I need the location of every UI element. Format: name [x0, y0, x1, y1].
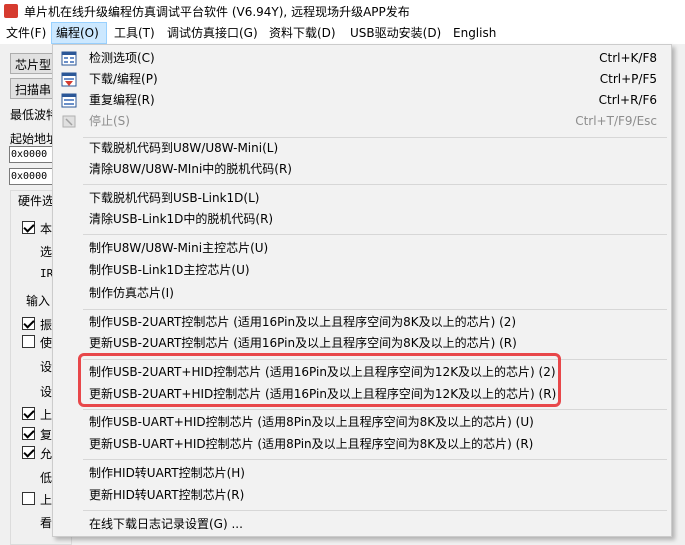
- option-checkbox-5[interactable]: [22, 317, 35, 330]
- menu-item-label: 制作HID转UART控制芯片(H): [89, 466, 245, 480]
- option-checkbox-6[interactable]: [22, 335, 35, 348]
- chip-type-button[interactable]: 芯片型: [10, 53, 56, 74]
- min-baud-label: 最低波特: [10, 108, 52, 122]
- menu-item-label: 重复编程(R): [89, 93, 155, 107]
- download-program-icon: [61, 72, 77, 87]
- option-checkbox-11[interactable]: [22, 446, 35, 459]
- menu-item-label: 清除USB-Link1D中的脱机代码(R): [89, 212, 274, 226]
- menu-separator: [83, 309, 667, 310]
- repeat-program-icon: [61, 93, 77, 108]
- option-label-4: 输入: [26, 294, 51, 308]
- option-label-13: 上: [40, 493, 53, 507]
- menu-item-label: 下载脱机代码到USB-Link1D(L): [89, 191, 260, 205]
- menu-tools[interactable]: 工具(T): [110, 22, 159, 44]
- menu-separator: [83, 459, 667, 460]
- annotation-highlight-box: [78, 353, 561, 407]
- menu-item-label: 制作U8W/U8W-Mini主控芯片(U): [89, 241, 269, 255]
- menu-make-usb-2uart[interactable]: 制作USB-2UART控制芯片 (适用16Pin及以上且程序空间为8K及以上的芯…: [55, 312, 669, 333]
- menu-online-log-settings[interactable]: 在线下载日志记录设置(G) ...: [55, 514, 669, 535]
- menu-make-link1d-master[interactable]: 制作USB-Link1D主控芯片(U): [55, 260, 669, 281]
- menu-item-label: 清除U8W/U8W-MIni中的脱机代码(R): [89, 162, 292, 176]
- menu-clear-offline-u8w[interactable]: 清除U8W/U8W-MIni中的脱机代码(R): [55, 159, 669, 180]
- title-bar: 单片机在线升级编程仿真调试平台软件 (V6.94Y), 远程现场升级APP发布: [0, 0, 685, 22]
- option-label-12: 低: [40, 471, 53, 485]
- menu-item-label: 制作USB-2UART控制芯片 (适用16Pin及以上且程序空间为8K及以上的芯…: [89, 315, 517, 329]
- option-label-11: 允: [40, 447, 53, 461]
- menu-item-label: 制作USB-UART+HID控制芯片 (适用8Pin及以上且程序空间为8K及以上…: [89, 415, 534, 429]
- menu-item-shortcut: Ctrl+P/F5: [599, 72, 657, 86]
- program-menu-dropdown: 检测选项(C) Ctrl+K/F8 下载/编程(P) Ctrl+P/F5 重复编…: [52, 44, 672, 537]
- menu-make-u8w-master[interactable]: 制作U8W/U8W-Mini主控芯片(U): [55, 238, 669, 259]
- menu-english[interactable]: English: [449, 22, 500, 44]
- menu-item-label: 在线下载日志记录设置(G) ...: [89, 517, 243, 531]
- option-label-6: 使: [40, 336, 53, 350]
- option-label-8: 设: [40, 385, 53, 399]
- app-icon: [4, 4, 18, 18]
- menu-download-offline-u8w[interactable]: 下载脱机代码到U8W/U8W-Mini(L): [55, 138, 669, 159]
- menu-file[interactable]: 文件(F): [2, 22, 50, 44]
- menu-update-usb-uart-hid[interactable]: 更新USB-UART+HID控制芯片 (适用8Pin及以上且程序空间为8K及以上…: [55, 434, 669, 455]
- stop-icon: [62, 115, 76, 128]
- menu-separator: [83, 409, 667, 410]
- option-label-5: 振: [40, 318, 53, 332]
- menu-item-label: 停止(S): [89, 114, 130, 128]
- menu-update-hid-uart[interactable]: 更新HID转UART控制芯片(R): [55, 485, 669, 506]
- menu-make-usb-uart-hid[interactable]: 制作USB-UART+HID控制芯片 (适用8Pin及以上且程序空间为8K及以上…: [55, 412, 669, 433]
- option-checkbox-9[interactable]: [22, 407, 35, 420]
- menu-download-offline-link1d[interactable]: 下载脱机代码到USB-Link1D(L): [55, 188, 669, 209]
- option-checkbox-13[interactable]: [22, 492, 35, 505]
- menu-item-label: 下载/编程(P): [89, 72, 158, 86]
- menu-clear-offline-link1d[interactable]: 清除USB-Link1D中的脱机代码(R): [55, 209, 669, 230]
- menu-program[interactable]: 编程(O): [51, 22, 107, 44]
- option-label-10: 复: [40, 428, 53, 442]
- menu-make-hid-uart[interactable]: 制作HID转UART控制芯片(H): [55, 463, 669, 484]
- menu-make-emulator-chip[interactable]: 制作仿真芯片(I): [55, 283, 669, 304]
- scan-serial-button[interactable]: 扫描串: [10, 78, 56, 99]
- option-label-2: 选: [40, 245, 53, 259]
- hardware-options-tab[interactable]: 硬件选: [18, 192, 54, 209]
- menu-debug-interface[interactable]: 调试仿真接口(G): [163, 22, 262, 44]
- option-label-14: 看: [40, 516, 53, 530]
- menu-stop[interactable]: 停止(S) Ctrl+T/F9/Esc: [55, 111, 669, 132]
- option-label-1: 本: [40, 222, 53, 236]
- menu-usb-driver[interactable]: USB驱动安装(D): [346, 22, 445, 44]
- menu-item-label: 检测选项(C): [89, 51, 155, 65]
- menu-separator: [83, 234, 667, 235]
- menu-separator: [83, 510, 667, 511]
- menu-update-usb-2uart[interactable]: 更新USB-2UART控制芯片 (适用16Pin及以上且程序空间为8K及以上的芯…: [55, 333, 669, 354]
- menu-separator: [83, 184, 667, 185]
- menu-download-program[interactable]: 下载/编程(P) Ctrl+P/F5: [55, 69, 669, 90]
- option-label-7: 设: [40, 360, 53, 374]
- menu-item-label: 更新USB-UART+HID控制芯片 (适用8Pin及以上且程序空间为8K及以上…: [89, 437, 534, 451]
- menu-repeat-program[interactable]: 重复编程(R) Ctrl+R/F6: [55, 90, 669, 111]
- menu-item-label: 下载脱机代码到U8W/U8W-Mini(L): [89, 141, 279, 155]
- menu-detect-options[interactable]: 检测选项(C) Ctrl+K/F8: [55, 48, 669, 69]
- option-checkbox-10[interactable]: [22, 427, 35, 440]
- detect-icon: [61, 51, 77, 66]
- start-address-input-2[interactable]: 0x0000: [9, 168, 53, 185]
- window-title: 单片机在线升级编程仿真调试平台软件 (V6.94Y), 远程现场升级APP发布: [24, 5, 410, 19]
- option-checkbox-1[interactable]: [22, 221, 35, 234]
- menu-item-shortcut: Ctrl+T/F9/Esc: [575, 114, 657, 128]
- start-address-input-1[interactable]: 0x0000: [9, 146, 53, 163]
- option-label-9: 上: [40, 408, 53, 422]
- menu-item-shortcut: Ctrl+R/F6: [598, 93, 657, 107]
- menu-downloads[interactable]: 资料下载(D): [265, 22, 340, 44]
- menu-item-label: 更新USB-2UART控制芯片 (适用16Pin及以上且程序空间为8K及以上的芯…: [89, 336, 517, 350]
- menu-item-label: 制作USB-Link1D主控芯片(U): [89, 263, 250, 277]
- menu-item-shortcut: Ctrl+K/F8: [599, 51, 657, 65]
- menu-item-label: 更新HID转UART控制芯片(R): [89, 488, 245, 502]
- start-address-label: 起始地址: [10, 132, 52, 146]
- menu-bar: 文件(F) 编程(O) 工具(T) 调试仿真接口(G) 资料下载(D) USB驱…: [0, 22, 685, 44]
- menu-item-label: 制作仿真芯片(I): [89, 286, 174, 300]
